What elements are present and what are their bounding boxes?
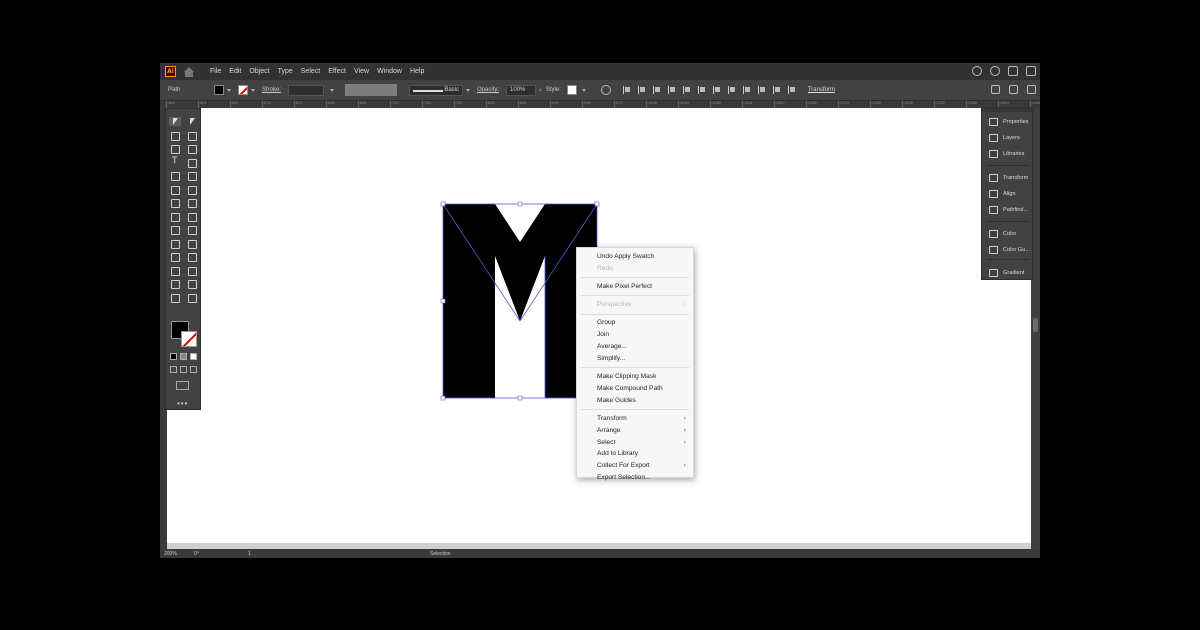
panel-label: Libraries	[1003, 151, 1025, 157]
menu-item-perspective: Perspective ›	[577, 299, 693, 311]
color-icon	[989, 230, 998, 238]
panel-properties[interactable]: Properties	[982, 116, 1034, 128]
menu-item-label: Select	[597, 438, 616, 446]
layers-icon	[989, 134, 998, 142]
panel-libraries[interactable]: Libraries	[982, 148, 1034, 160]
chevron-right-icon: ›	[683, 426, 686, 434]
menu-item-make-clipping-mask[interactable]: Make Clipping Mask	[577, 371, 693, 383]
pathfind-icon	[989, 206, 998, 214]
panel-label: Color	[1003, 231, 1017, 237]
menu-item-make-compound-path[interactable]: Make Compound Path	[577, 383, 693, 395]
properties-icon	[989, 118, 998, 126]
menu-item-add-to-library[interactable]: Add to Library	[577, 448, 693, 460]
gradient-icon	[989, 269, 998, 277]
menu-item-label: Redo	[597, 264, 613, 272]
panel-label: Transform	[1003, 175, 1029, 181]
panel-group-separator	[986, 221, 1030, 222]
chevron-right-icon: ›	[683, 438, 686, 446]
align-icon	[989, 190, 998, 198]
panel-label: Layers	[1003, 135, 1020, 141]
menu-separator	[581, 277, 689, 279]
panel-label: Properties	[1003, 119, 1029, 125]
menu-item-undo-apply-swatch[interactable]: Undo Apply Swatch	[577, 251, 693, 263]
menu-item-label: Make Guides	[597, 396, 636, 404]
menu-item-label: Export Selection...	[597, 474, 651, 482]
menu-item-label: Simplify...	[597, 354, 626, 362]
menu-item-collect-for-export[interactable]: Collect For Export ›	[577, 460, 693, 472]
menu-item-simplify[interactable]: Simplify...	[577, 353, 693, 365]
menu-item-group[interactable]: Group	[577, 317, 693, 329]
menu-item-export-selection[interactable]: Export Selection...	[577, 472, 693, 484]
menu-item-label: Join	[597, 331, 610, 339]
panel-layers[interactable]: Layers	[982, 132, 1034, 144]
panel-label: Align	[1003, 191, 1016, 197]
menu-item-label: Average...	[597, 342, 627, 350]
transform-icon	[989, 174, 998, 182]
menu-item-label: Make Compound Path	[597, 384, 663, 392]
panel-color-gu[interactable]: Color Gu...	[982, 244, 1034, 256]
menu-item-label: Make Pixel Perfect	[597, 282, 652, 290]
panel-align[interactable]: Align	[982, 188, 1034, 200]
menu-item-label: Arrange	[597, 426, 621, 434]
menu-item-label: Undo Apply Swatch	[597, 253, 655, 260]
menu-item-label: Perspective	[597, 301, 632, 309]
panel-group-separator	[986, 165, 1030, 166]
context-menu: Undo Apply Swatch Redo Make Pixel Perfect P…	[576, 247, 694, 481]
menu-item-transform[interactable]: Transform ›	[577, 413, 693, 425]
color-gu-icon	[989, 246, 998, 254]
menu-separator	[581, 313, 689, 315]
chevron-right-icon: ›	[683, 301, 686, 309]
panel-pathfind[interactable]: Pathfind...	[982, 204, 1034, 216]
menu-item-select[interactable]: Select ›	[577, 437, 693, 449]
panel-label: Gradient	[1003, 270, 1025, 276]
menu-item-join[interactable]: Join	[577, 329, 693, 341]
menu-item-label: Group	[597, 319, 616, 327]
libraries-icon	[989, 150, 998, 158]
brush-label: Basic	[443, 87, 460, 93]
menu-separator	[581, 295, 689, 297]
panel-gradient[interactable]: Gradient	[982, 267, 1034, 279]
panel-dock: Properties Layers Libraries Transform Align P…	[981, 107, 1034, 280]
chevron-right-icon: ›	[683, 414, 686, 422]
panel-group-separator	[986, 259, 1030, 260]
menu-item-label: Transform	[597, 414, 627, 422]
panel-transform[interactable]: Transform	[982, 172, 1034, 184]
panel-dock-handle[interactable]	[982, 108, 1034, 112]
panel-label: Color Gu...	[1003, 247, 1031, 253]
menu-separator	[581, 409, 689, 411]
menu-item-make-guides[interactable]: Make Guides	[577, 395, 693, 407]
menu-item-label: Add to Library	[597, 450, 639, 458]
chevron-right-icon: ›	[683, 462, 686, 470]
menu-item-make-pixel-perfect[interactable]: Make Pixel Perfect	[577, 281, 693, 293]
menu-separator	[581, 367, 689, 369]
menu-item-redo: Redo	[577, 263, 693, 275]
letter-m-shape[interactable]	[443, 204, 597, 398]
panel-label: Pathfind...	[1003, 207, 1029, 213]
panel-color[interactable]: Color	[982, 228, 1034, 240]
menu-item-average[interactable]: Average...	[577, 341, 693, 353]
menu-item-label: Make Clipping Mask	[597, 372, 657, 380]
menu-item-arrange[interactable]: Arrange ›	[577, 425, 693, 437]
menu-item-label: Collect For Export	[597, 462, 650, 470]
